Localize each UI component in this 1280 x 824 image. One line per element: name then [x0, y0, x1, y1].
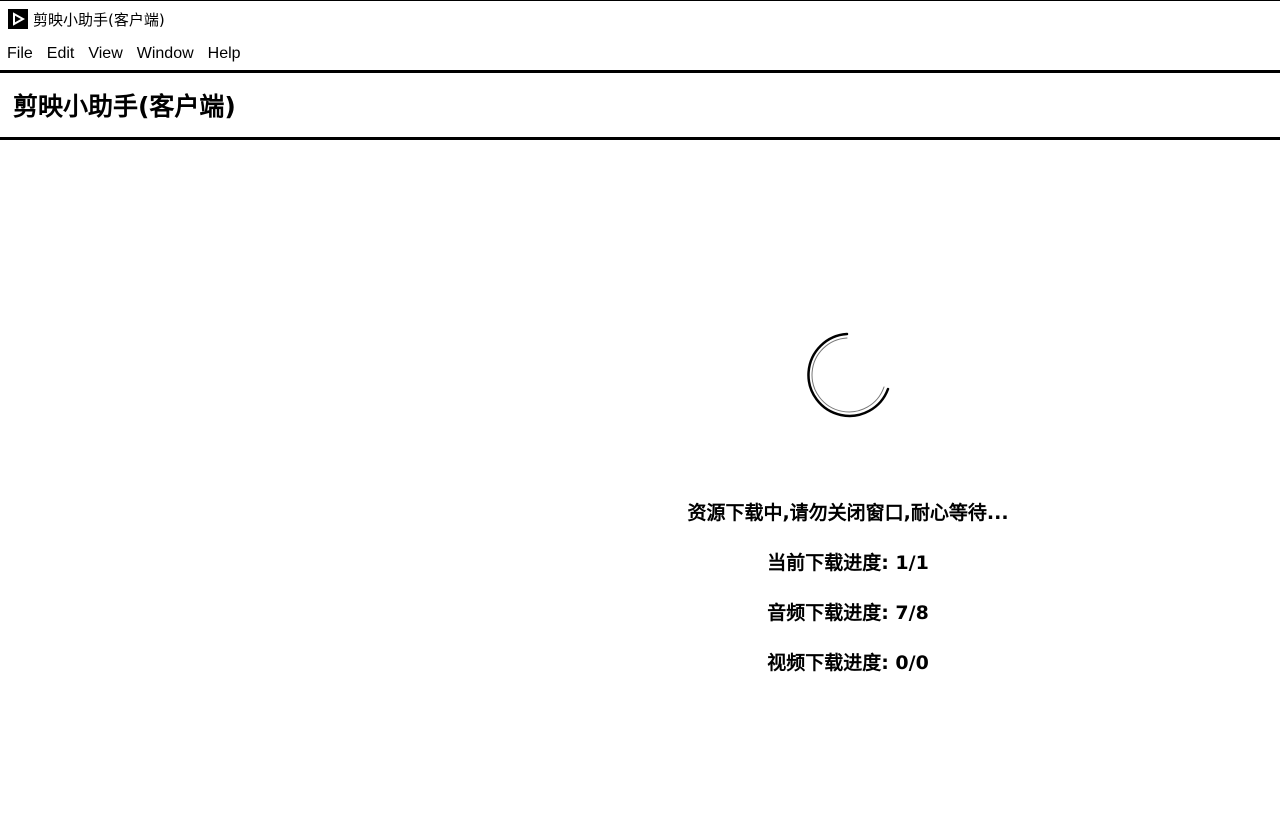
page-title: 剪映小助手(客户端)	[13, 92, 236, 121]
video-download-progress: 视频下载进度: 0/0	[767, 652, 929, 674]
header-bottom-divider	[0, 137, 1280, 140]
app-window: 剪映小助手(客户端) File Edit View Window Help 剪映…	[0, 0, 1280, 824]
menu-edit[interactable]: Edit	[40, 45, 82, 63]
menu-bar: File Edit View Window Help	[0, 40, 248, 68]
window-title: 剪映小助手(客户端)	[33, 10, 165, 29]
current-download-progress: 当前下载进度: 1/1	[767, 552, 929, 574]
menu-view[interactable]: View	[81, 45, 129, 63]
title-bar[interactable]: 剪映小助手(客户端)	[0, 0, 1280, 37]
loading-spinner-icon	[803, 331, 891, 419]
audio-download-progress: 音频下载进度: 7/8	[767, 602, 929, 624]
menu-window[interactable]: Window	[130, 45, 201, 63]
menu-file[interactable]: File	[0, 45, 40, 63]
download-status-message: 资源下载中,请勿关闭窗口,耐心等待...	[687, 502, 1009, 524]
play-icon	[8, 9, 28, 29]
menu-help[interactable]: Help	[201, 45, 248, 63]
page-header: 剪映小助手(客户端)	[0, 73, 1280, 137]
